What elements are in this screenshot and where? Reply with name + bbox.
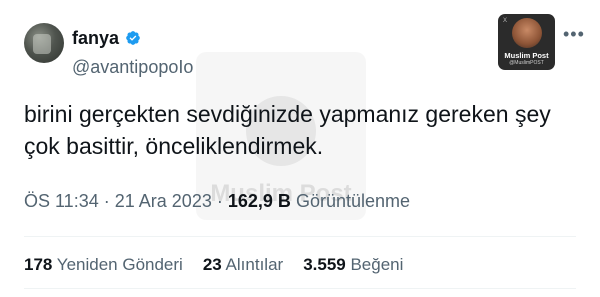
tweet-stats: 178 Yeniden Gönderi 23 Alıntılar 3.559 B… <box>24 255 403 275</box>
meta-separator: · <box>103 191 110 211</box>
x-logo-icon: X <box>503 18 508 24</box>
verified-badge-icon <box>126 31 140 45</box>
reposts-label: Yeniden Gönderi <box>56 255 183 274</box>
tweet-text: birini gerçekten sevdiğinizde yapmanız g… <box>24 101 551 159</box>
divider-bottom <box>24 288 576 289</box>
quotes-label: Alıntılar <box>225 255 284 274</box>
views-label: Görüntülenme <box>295 191 411 211</box>
tweet-time[interactable]: ÖS 11:34 <box>24 191 99 211</box>
author-handle[interactable]: @avantipopoIo <box>72 57 193 77</box>
author-display-name[interactable]: fanya <box>72 28 119 48</box>
muslim-post-badge: X Muslim Post @MuslimPOST <box>498 14 555 70</box>
likes-label: Beğeni <box>350 255 404 274</box>
avatar[interactable] <box>24 23 64 63</box>
stat-likes[interactable]: 3.559 Beğeni <box>303 255 403 275</box>
likes-count: 3.559 <box>303 255 346 274</box>
meta-separator: · <box>216 191 223 211</box>
badge-title: Muslim Post <box>504 51 549 60</box>
more-horizontal-icon[interactable]: ••• <box>563 25 585 43</box>
stat-reposts[interactable]: 178 Yeniden Gönderi <box>24 255 183 275</box>
tweet-meta: ÖS 11:34 · 21 Ara 2023 · 162,9 B Görüntü… <box>24 190 410 212</box>
author-name-row: fanya <box>72 28 141 48</box>
divider <box>24 236 576 237</box>
quotes-count: 23 <box>202 255 222 274</box>
tweet-date[interactable]: 21 Ara 2023 <box>115 191 212 211</box>
badge-subtitle: @MuslimPOST <box>509 60 544 66</box>
badge-avatar <box>511 18 542 48</box>
views-count: 162,9 B <box>227 191 291 211</box>
tweet-card: Muslim Post fanya @avantipopoIo X Muslim… <box>0 0 600 297</box>
reposts-count: 178 <box>24 255 53 274</box>
stat-quotes[interactable]: 23 Alıntılar <box>203 255 283 275</box>
